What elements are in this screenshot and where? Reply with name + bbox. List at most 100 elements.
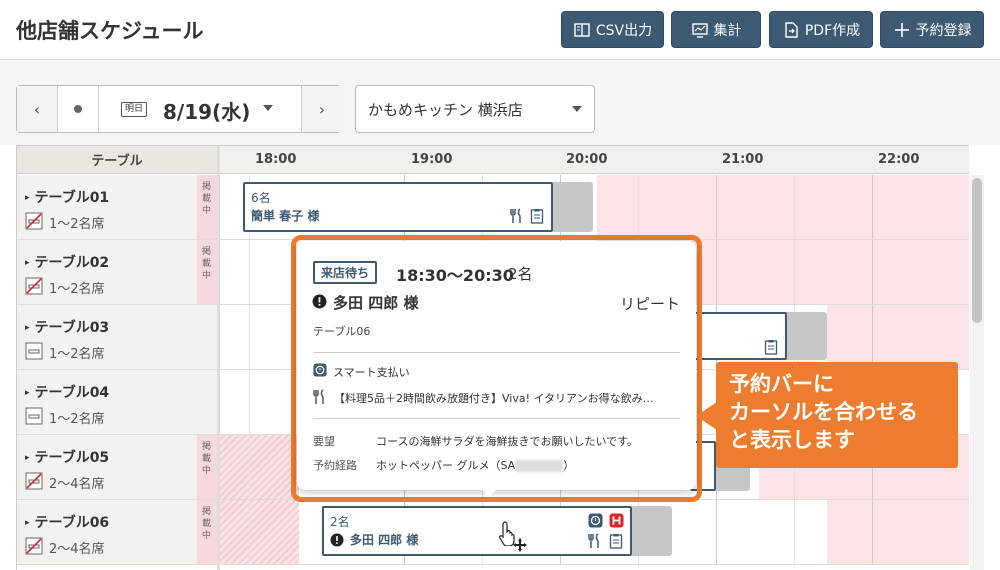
plus-icon <box>894 22 909 37</box>
row-label[interactable]: テーブル03 1〜2名席 <box>17 305 197 369</box>
published-flag: 掲載中 <box>197 240 217 304</box>
repeat-label: リピート <box>619 295 680 313</box>
published-flag: 掲載中 <box>197 175 217 239</box>
gridline <box>249 500 250 564</box>
gridline <box>716 240 717 304</box>
route-label: 予約経路 <box>313 459 357 472</box>
today-button[interactable] <box>58 86 98 132</box>
gridline <box>249 370 250 434</box>
book-icon <box>574 22 590 37</box>
time-label: 21:00 <box>722 152 764 167</box>
new-reservation-button[interactable]: 予約登録 <box>880 11 984 48</box>
row-label[interactable]: テーブル04 1〜2名席 <box>17 370 197 434</box>
csv-export-button[interactable]: CSV出力 <box>561 11 664 48</box>
gridline <box>249 240 250 304</box>
store-select[interactable]: かもめキッチン 横浜店 <box>355 85 595 133</box>
summary-label: 集計 <box>713 22 742 39</box>
scrollbar-thumb[interactable] <box>972 178 982 323</box>
reservation-buffer <box>787 312 827 360</box>
summary-button[interactable]: 集計 <box>671 11 761 48</box>
page-header: 他店舗スケジュール CSV出力 集計 PDF作成 予約登録 <box>0 0 1000 60</box>
callout-line: 予約バーに <box>729 372 834 396</box>
table-name: テーブル04 <box>25 382 110 402</box>
gridline <box>794 240 795 304</box>
time-header: 18:00 19:00 20:00 21:00 22:00 <box>219 146 969 174</box>
pdf-create-button[interactable]: PDF作成 <box>769 11 873 48</box>
party-size: 6名 <box>251 191 271 205</box>
published-flag <box>197 370 217 434</box>
callout-line: カーソルを合わせる <box>729 400 918 424</box>
time-label: 18:00 <box>255 152 297 167</box>
gridline <box>638 175 639 239</box>
reservation-time: 18:30〜20:30 <box>396 266 514 285</box>
alert-icon <box>312 294 327 309</box>
no-smoking-icon <box>25 277 43 295</box>
fork-knife-icon <box>510 208 521 223</box>
table-name: テーブル01 <box>25 187 110 207</box>
caret-down-icon <box>572 106 582 112</box>
reservation-bar-hovered[interactable]: 2名 多田 四郎 様 <box>322 506 632 556</box>
published-flag <box>197 305 217 369</box>
tomorrow-badge: 明日 <box>121 102 148 117</box>
divider <box>98 86 99 132</box>
smoking-icon <box>25 342 43 360</box>
prev-day-button[interactable]: ‹ <box>17 86 57 132</box>
row-label[interactable]: テーブル06 2〜4名席 <box>17 500 197 564</box>
no-smoking-icon <box>25 212 43 230</box>
table-name: テーブル02 <box>25 252 110 272</box>
gridline <box>794 175 795 239</box>
pdf-create-label: PDF作成 <box>804 22 861 39</box>
gridline <box>872 305 873 369</box>
page-title: 他店舗スケジュール <box>16 19 204 43</box>
time-label: 19:00 <box>411 152 453 167</box>
document-arrow-icon <box>785 21 798 38</box>
callout-pointer <box>696 402 717 430</box>
closed-zone <box>597 175 969 239</box>
chevron-left-icon: ‹ <box>33 99 41 119</box>
store-name: かもめキッチン 横浜店 <box>368 101 523 119</box>
gridline <box>716 175 717 239</box>
divider <box>313 352 680 353</box>
published-flag: 掲載中 <box>197 435 217 499</box>
closed-zone <box>827 500 969 564</box>
gridline <box>794 500 795 564</box>
gridline <box>872 500 873 564</box>
unavailable-zone <box>219 500 299 564</box>
time-label: 20:00 <box>566 152 608 167</box>
fork-knife-icon <box>313 389 324 404</box>
route-value: ホットペッパー グルメ（SA） <box>376 459 575 472</box>
guest-name: 簡単 春子 様 <box>251 209 320 223</box>
dot-icon <box>74 105 82 113</box>
row-label[interactable]: テーブル05 2〜4名席 <box>17 435 197 499</box>
toolbar: ‹ 明日 8/19(水) › かもめキッチン 横浜店 <box>0 60 1000 145</box>
table-name: テーブル05 <box>25 447 110 467</box>
unavailable-zone <box>219 435 299 499</box>
guest-name: 多田 四郎 様 <box>333 294 419 312</box>
guest-name: 多田 四郎 様 <box>350 533 419 547</box>
chevron-right-icon: › <box>318 99 326 119</box>
gridline <box>872 240 873 304</box>
new-reservation-label: 予約登録 <box>915 22 972 39</box>
table-column-header: テーブル <box>17 146 217 174</box>
seat-count: 1〜2名席 <box>49 347 105 362</box>
hotpepper-icon <box>609 513 624 528</box>
row-label[interactable]: テーブル01 1〜2名席 <box>17 175 197 239</box>
reservation-popup: 来店待ち 18:30〜20:30 2名 多田 四郎 様 リピート テーブル06 … <box>297 241 696 490</box>
party-size: 2名 <box>508 265 533 283</box>
status-badge: 来店待ち <box>313 261 378 284</box>
request-text: コースの海鮮サラダを海鮮抜きでお願いしたいです。 <box>376 435 639 448</box>
published-flag: 掲載中 <box>197 500 217 564</box>
next-day-button[interactable]: › <box>302 86 342 132</box>
clipboard-icon <box>609 534 623 549</box>
seat-count: 1〜2名席 <box>49 217 105 232</box>
time-label: 22:00 <box>878 152 920 167</box>
request-label: 要望 <box>313 435 335 448</box>
row-label[interactable]: テーブル02 1〜2名席 <box>17 240 197 304</box>
date-text: 8/19(水) <box>163 100 251 124</box>
gridline <box>249 305 250 369</box>
no-smoking-icon <box>25 472 43 490</box>
reservation-bar[interactable]: 6名 簡単 春子 様 <box>243 182 553 232</box>
move-icon <box>513 538 527 552</box>
seat-count: 2〜4名席 <box>49 477 105 492</box>
popup-arrow <box>480 488 498 497</box>
